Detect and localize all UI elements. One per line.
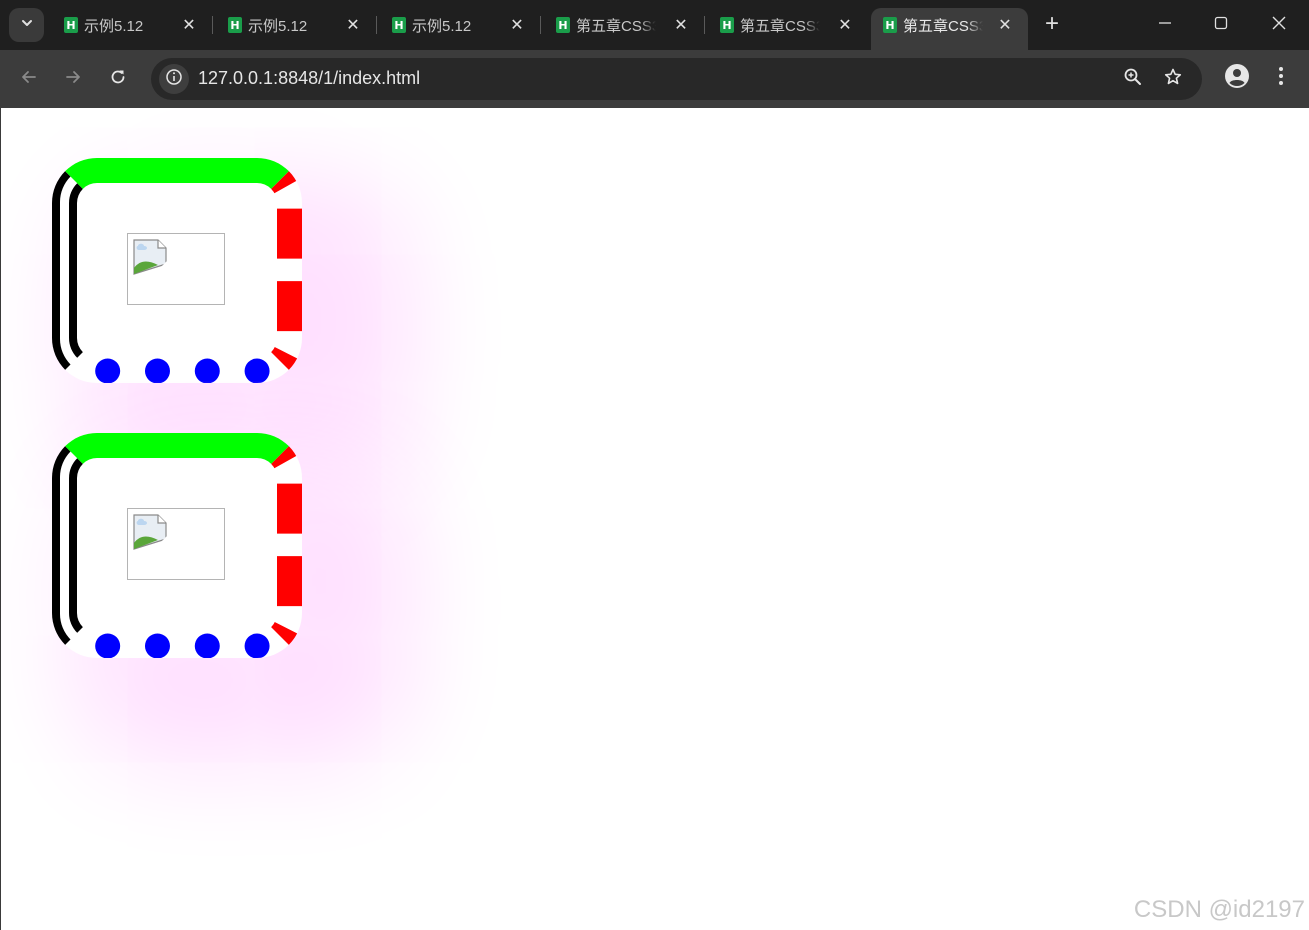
tab-title: 第五章CSS3	[903, 17, 983, 35]
back-button[interactable]	[14, 64, 44, 94]
kebab-menu-icon	[1278, 66, 1284, 91]
html-file-icon: H	[228, 17, 242, 33]
tab-strip: H 示例5.12 ✕ H 示例5.12 ✕ H 示例5.12 ✕ H 第五章CS…	[0, 0, 1309, 50]
tab-2[interactable]: H 示例5.12 ✕	[216, 8, 376, 42]
zoom-in-icon	[1123, 67, 1143, 92]
tab-title: 第五章CSS3	[740, 17, 820, 35]
zoom-button[interactable]	[1121, 67, 1145, 91]
watermark: CSDN @id2197	[1133, 896, 1305, 923]
tab-close-button[interactable]: ✕	[996, 16, 1014, 34]
tab-4[interactable]: H 第五章CSS3 ✕	[544, 8, 704, 42]
tab-6-active[interactable]: H 第五章CSS3 ✕	[871, 8, 1028, 50]
tab-1[interactable]: H 示例5.12 ✕	[52, 8, 212, 42]
bookmark-button[interactable]	[1161, 67, 1185, 91]
html-file-icon: H	[64, 17, 78, 33]
maximize-button[interactable]	[1193, 0, 1249, 50]
site-info-button[interactable]	[159, 64, 189, 94]
maximize-icon	[1214, 16, 1228, 35]
tab-close-button[interactable]: ✕	[836, 16, 854, 34]
info-icon	[165, 68, 183, 91]
html-file-icon: H	[556, 17, 570, 33]
close-window-button[interactable]	[1251, 0, 1307, 50]
person-icon	[1224, 63, 1250, 94]
browser-window: H 示例5.12 ✕ H 示例5.12 ✕ H 示例5.12 ✕ H 第五章CS…	[0, 0, 1309, 930]
tab-title: 示例5.12	[412, 17, 472, 35]
browser-menu-button[interactable]	[1266, 63, 1296, 93]
minimize-icon	[1158, 16, 1172, 35]
tab-title: 示例5.12	[84, 17, 144, 35]
reload-icon	[108, 67, 128, 92]
tab-separator	[540, 16, 541, 34]
url-text[interactable]: 127.0.0.1:8848/1/index.html	[198, 68, 420, 89]
tab-title: 第五章CSS3	[576, 17, 656, 35]
broken-image	[127, 233, 225, 305]
reload-button[interactable]	[103, 64, 133, 94]
profile-button[interactable]	[1222, 63, 1252, 93]
tab-title: 示例5.12	[248, 17, 308, 35]
html-file-icon: H	[392, 17, 406, 33]
styled-border-box	[52, 433, 302, 658]
broken-image	[127, 508, 225, 580]
tab-separator	[212, 16, 213, 34]
forward-button[interactable]	[58, 64, 88, 94]
tab-search-button[interactable]	[9, 8, 44, 42]
tab-5[interactable]: H 第五章CSS3 ✕	[708, 8, 868, 42]
minimize-button[interactable]	[1137, 0, 1193, 50]
page-viewport: CSDN @id2197	[0, 108, 1309, 930]
tab-close-button[interactable]: ✕	[344, 16, 362, 34]
arrow-left-icon	[19, 67, 39, 92]
tab-close-button[interactable]: ✕	[180, 16, 198, 34]
close-icon	[1271, 15, 1287, 36]
chevron-down-icon	[20, 16, 34, 35]
html-file-icon: H	[720, 17, 734, 33]
tab-close-button[interactable]: ✕	[508, 16, 526, 34]
html-file-icon: H	[883, 17, 897, 33]
styled-border-box	[52, 158, 302, 383]
tab-3[interactable]: H 示例5.12 ✕	[380, 8, 540, 42]
tab-separator	[704, 16, 705, 34]
new-tab-button[interactable]: +	[1038, 10, 1066, 38]
address-bar[interactable]: 127.0.0.1:8848/1/index.html	[151, 58, 1202, 100]
star-icon	[1163, 67, 1183, 92]
browser-toolbar: 127.0.0.1:8848/1/index.html	[0, 50, 1309, 108]
arrow-right-icon	[63, 67, 83, 92]
tab-close-button[interactable]: ✕	[672, 16, 690, 34]
tab-separator	[376, 16, 377, 34]
